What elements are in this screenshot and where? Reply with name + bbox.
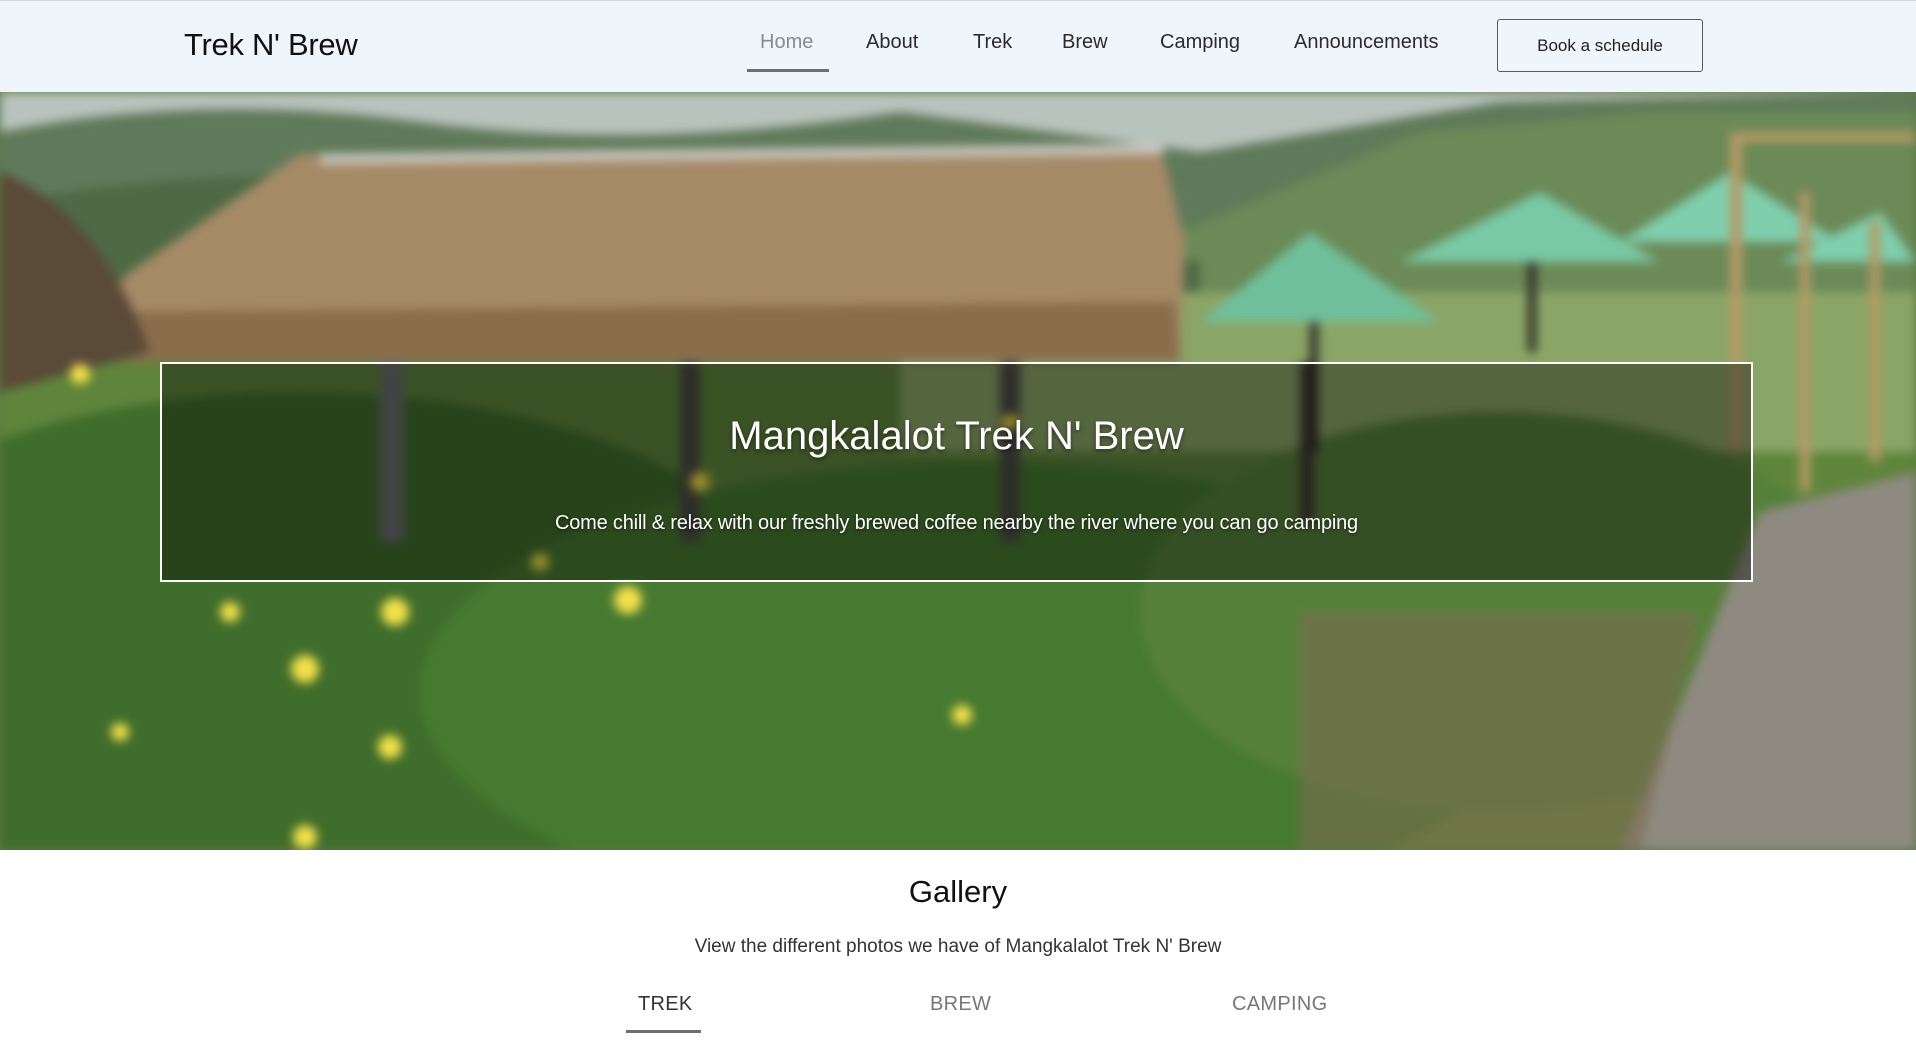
nav-item-camping[interactable]: Camping [1160,31,1240,54]
gallery-description: View the different photos we have of Man… [694,936,1222,957]
nav-item-about[interactable]: About [866,31,918,54]
gallery-tab-camping[interactable]: CAMPING [1232,993,1327,1016]
nav-active-indicator [747,69,829,72]
book-schedule-button[interactable]: Book a schedule [1497,19,1703,72]
gallery-tab-active-indicator [626,1030,701,1033]
gallery-tab-brew[interactable]: BREW [930,993,991,1016]
hero-subtitle: Come chill & relax with our freshly brew… [555,512,1358,534]
hero-caption-box: Mangkalalot Trek N' Brew Come chill & re… [160,362,1753,582]
gallery-tab-trek[interactable]: TREK [638,993,693,1016]
nav-item-trek[interactable]: Trek [973,31,1012,54]
hero-title: Mangkalalot Trek N' Brew [729,414,1184,458]
nav-item-home[interactable]: Home [760,31,813,54]
nav-item-announcements[interactable]: Announcements [1294,31,1439,54]
hero-banner: Mangkalalot Trek N' Brew Come chill & re… [0,92,1916,850]
nav-item-brew[interactable]: Brew [1062,31,1108,54]
gallery-heading: Gallery [908,874,1008,909]
brand-logo-text[interactable]: Trek N' Brew [184,27,358,63]
top-navbar: Trek N' Brew Home About Trek Brew Campin… [0,0,1916,92]
